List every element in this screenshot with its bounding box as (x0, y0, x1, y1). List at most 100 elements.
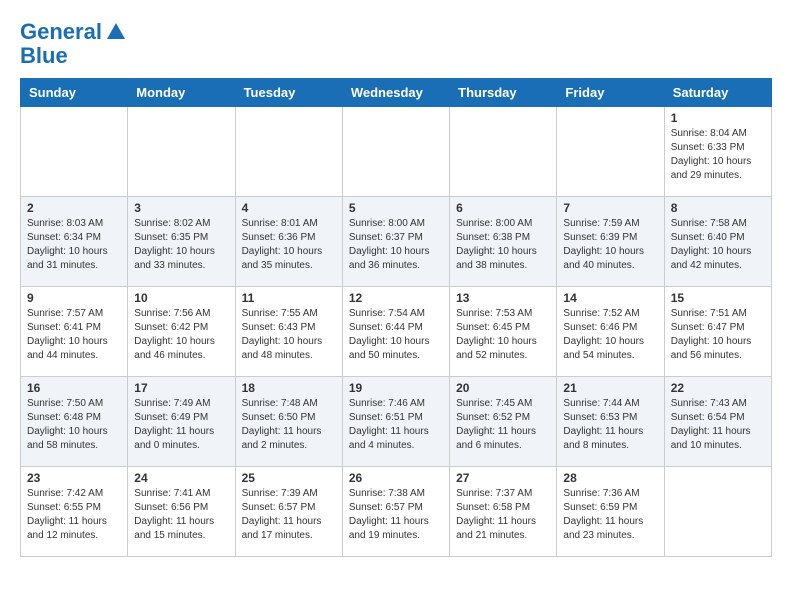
day-number: 25 (242, 471, 336, 485)
calendar-cell: 4 Sunrise: 8:01 AM Sunset: 6:36 PM Daylig… (235, 197, 342, 287)
day-info: Sunrise: 8:00 AM Sunset: 6:38 PM Dayligh… (456, 217, 550, 273)
day-number: 21 (563, 381, 657, 395)
calendar-cell: 14 Sunrise: 7:52 AM Sunset: 6:46 PM Dayli… (557, 287, 664, 377)
day-number: 3 (134, 201, 228, 215)
day-number: 6 (456, 201, 550, 215)
day-number: 12 (349, 291, 443, 305)
page-header: General Blue (20, 20, 772, 68)
day-number: 8 (671, 201, 765, 215)
calendar-cell: 9 Sunrise: 7:57 AM Sunset: 6:41 PM Daylig… (21, 287, 128, 377)
day-info: Sunrise: 7:49 AM Sunset: 6:49 PM Dayligh… (134, 397, 228, 453)
day-number: 9 (27, 291, 121, 305)
calendar-table: SundayMondayTuesdayWednesdayThursdayFrid… (20, 78, 772, 557)
calendar-cell (21, 107, 128, 197)
day-number: 26 (349, 471, 443, 485)
day-info: Sunrise: 8:04 AM Sunset: 6:33 PM Dayligh… (671, 127, 765, 183)
logo-icon (105, 21, 127, 43)
day-number: 14 (563, 291, 657, 305)
calendar-cell: 8 Sunrise: 7:58 AM Sunset: 6:40 PM Daylig… (664, 197, 771, 287)
calendar-cell: 3 Sunrise: 8:02 AM Sunset: 6:35 PM Daylig… (128, 197, 235, 287)
calendar-cell (557, 107, 664, 197)
calendar-cell: 2 Sunrise: 8:03 AM Sunset: 6:34 PM Daylig… (21, 197, 128, 287)
calendar-cell: 26 Sunrise: 7:38 AM Sunset: 6:57 PM Dayli… (342, 467, 449, 557)
weekday-header-thursday: Thursday (450, 79, 557, 107)
day-number: 2 (27, 201, 121, 215)
calendar-cell: 7 Sunrise: 7:59 AM Sunset: 6:39 PM Daylig… (557, 197, 664, 287)
day-info: Sunrise: 7:58 AM Sunset: 6:40 PM Dayligh… (671, 217, 765, 273)
day-info: Sunrise: 7:57 AM Sunset: 6:41 PM Dayligh… (27, 307, 121, 363)
logo-blue: Blue (20, 44, 68, 68)
weekday-header-tuesday: Tuesday (235, 79, 342, 107)
day-info: Sunrise: 7:52 AM Sunset: 6:46 PM Dayligh… (563, 307, 657, 363)
day-number: 4 (242, 201, 336, 215)
calendar-cell: 11 Sunrise: 7:55 AM Sunset: 6:43 PM Dayli… (235, 287, 342, 377)
day-info: Sunrise: 8:02 AM Sunset: 6:35 PM Dayligh… (134, 217, 228, 273)
day-number: 20 (456, 381, 550, 395)
calendar-cell: 18Sunrise: 7:48 AM Sunset: 6:50 PM Dayli… (235, 377, 342, 467)
day-info: Sunrise: 7:36 AM Sunset: 6:59 PM Dayligh… (563, 487, 657, 543)
day-number: 5 (349, 201, 443, 215)
calendar-cell: 20 Sunrise: 7:45 AM Sunset: 6:52 PM Dayli… (450, 377, 557, 467)
day-info: Sunrise: 7:56 AM Sunset: 6:42 PM Dayligh… (134, 307, 228, 363)
day-info: Sunrise: 7:39 AM Sunset: 6:57 PM Dayligh… (242, 487, 336, 543)
calendar-cell: 5 Sunrise: 8:00 AM Sunset: 6:37 PM Daylig… (342, 197, 449, 287)
day-info: Sunrise: 8:01 AM Sunset: 6:36 PM Dayligh… (242, 217, 336, 273)
day-info: Sunrise: 7:42 AM Sunset: 6:55 PM Dayligh… (27, 487, 121, 543)
day-info: Sunrise: 7:53 AM Sunset: 6:45 PM Dayligh… (456, 307, 550, 363)
calendar-cell: 17 Sunrise: 7:49 AM Sunset: 6:49 PM Dayli… (128, 377, 235, 467)
calendar-cell: 27 Sunrise: 7:37 AM Sunset: 6:58 PM Dayli… (450, 467, 557, 557)
weekday-header-saturday: Saturday (664, 79, 771, 107)
day-info: Sunrise: 7:48 AM Sunset: 6:50 PM Dayligh… (242, 397, 336, 453)
day-number: 22 (671, 381, 765, 395)
calendar-week-2: 2 Sunrise: 8:03 AM Sunset: 6:34 PM Daylig… (21, 197, 772, 287)
calendar-week-5: 23 Sunrise: 7:42 AM Sunset: 6:55 PM Dayli… (21, 467, 772, 557)
day-info: Sunrise: 7:54 AM Sunset: 6:44 PM Dayligh… (349, 307, 443, 363)
day-number: 13 (456, 291, 550, 305)
calendar-cell (128, 107, 235, 197)
calendar-cell: 13 Sunrise: 7:53 AM Sunset: 6:45 PM Dayli… (450, 287, 557, 377)
day-info: Sunrise: 7:59 AM Sunset: 6:39 PM Dayligh… (563, 217, 657, 273)
day-number: 7 (563, 201, 657, 215)
weekday-header-wednesday: Wednesday (342, 79, 449, 107)
calendar-week-4: 16 Sunrise: 7:50 AM Sunset: 6:48 PM Dayli… (21, 377, 772, 467)
calendar-cell: 28 Sunrise: 7:36 AM Sunset: 6:59 PM Dayli… (557, 467, 664, 557)
calendar-cell: 24Sunrise: 7:41 AM Sunset: 6:56 PM Dayli… (128, 467, 235, 557)
day-number: 1 (671, 111, 765, 125)
day-info: Sunrise: 7:45 AM Sunset: 6:52 PM Dayligh… (456, 397, 550, 453)
calendar-cell (450, 107, 557, 197)
calendar-cell: 19Sunrise: 7:46 AM Sunset: 6:51 PM Dayli… (342, 377, 449, 467)
calendar-header-row: SundayMondayTuesdayWednesdayThursdayFrid… (21, 79, 772, 107)
day-number: 27 (456, 471, 550, 485)
weekday-header-friday: Friday (557, 79, 664, 107)
calendar-cell: 16 Sunrise: 7:50 AM Sunset: 6:48 PM Dayli… (21, 377, 128, 467)
calendar-cell: 10 Sunrise: 7:56 AM Sunset: 6:42 PM Dayli… (128, 287, 235, 377)
day-info: Sunrise: 7:55 AM Sunset: 6:43 PM Dayligh… (242, 307, 336, 363)
day-number: 10 (134, 291, 228, 305)
calendar-cell: 12 Sunrise: 7:54 AM Sunset: 6:44 PM Dayli… (342, 287, 449, 377)
calendar-cell: 21 Sunrise: 7:44 AM Sunset: 6:53 PM Dayli… (557, 377, 664, 467)
day-info: Sunrise: 7:37 AM Sunset: 6:58 PM Dayligh… (456, 487, 550, 543)
calendar-cell: 15 Sunrise: 7:51 AM Sunset: 6:47 PM Dayli… (664, 287, 771, 377)
day-number: 17 (134, 381, 228, 395)
day-number: 15 (671, 291, 765, 305)
calendar-week-1: 1 Sunrise: 8:04 AM Sunset: 6:33 PM Daylig… (21, 107, 772, 197)
day-info: Sunrise: 7:50 AM Sunset: 6:48 PM Dayligh… (27, 397, 121, 453)
calendar-week-3: 9 Sunrise: 7:57 AM Sunset: 6:41 PM Daylig… (21, 287, 772, 377)
day-info: Sunrise: 7:44 AM Sunset: 6:53 PM Dayligh… (563, 397, 657, 453)
day-info: Sunrise: 7:43 AM Sunset: 6:54 PM Dayligh… (671, 397, 765, 453)
day-number: 16 (27, 381, 121, 395)
calendar-cell (664, 467, 771, 557)
weekday-header-sunday: Sunday (21, 79, 128, 107)
day-info: Sunrise: 8:00 AM Sunset: 6:37 PM Dayligh… (349, 217, 443, 273)
day-info: Sunrise: 7:41 AM Sunset: 6:56 PM Dayligh… (134, 487, 228, 543)
day-number: 28 (563, 471, 657, 485)
calendar-cell (235, 107, 342, 197)
weekday-header-monday: Monday (128, 79, 235, 107)
calendar-cell: 23 Sunrise: 7:42 AM Sunset: 6:55 PM Dayli… (21, 467, 128, 557)
day-info: Sunrise: 7:51 AM Sunset: 6:47 PM Dayligh… (671, 307, 765, 363)
logo-name: General (20, 20, 102, 44)
day-info: Sunrise: 8:03 AM Sunset: 6:34 PM Dayligh… (27, 217, 121, 273)
day-info: Sunrise: 7:38 AM Sunset: 6:57 PM Dayligh… (349, 487, 443, 543)
day-number: 11 (242, 291, 336, 305)
day-number: 23 (27, 471, 121, 485)
